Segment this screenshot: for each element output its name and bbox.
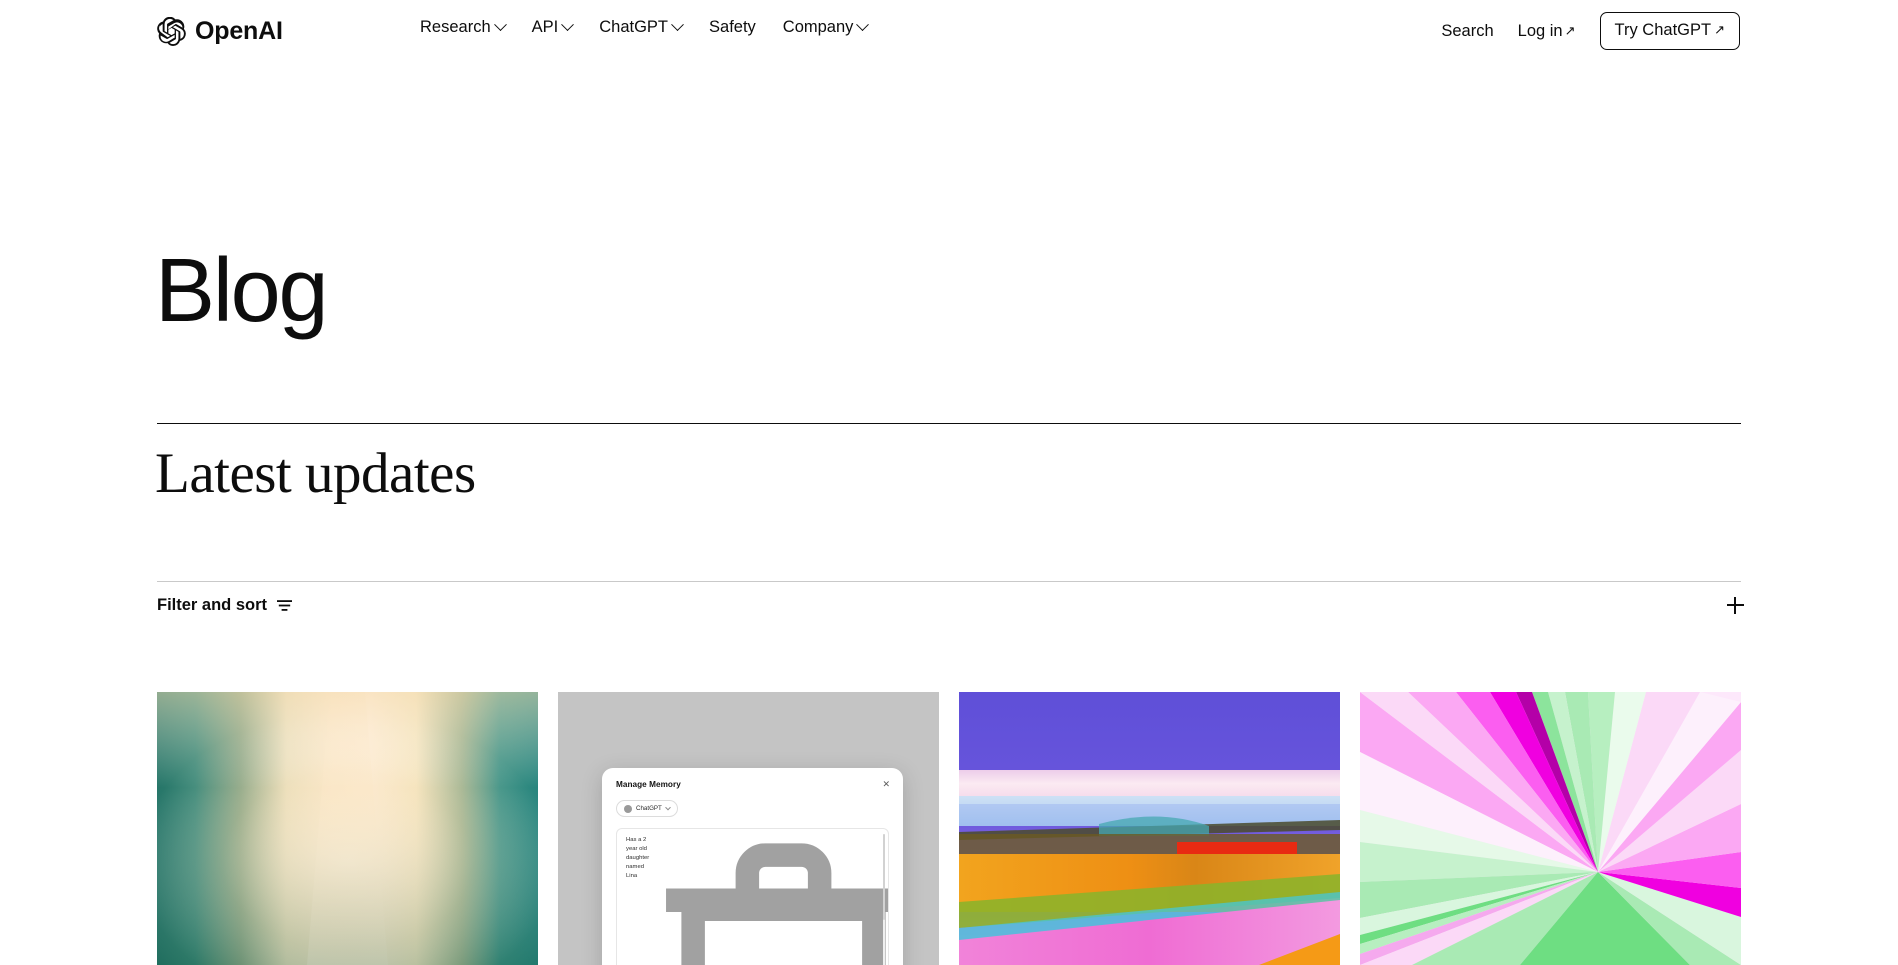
filter-divider — [157, 581, 1741, 582]
nav-item-chatgpt[interactable]: ChatGPT — [599, 18, 684, 36]
filter-and-sort-row: Filter and sort — [157, 593, 1744, 629]
main-navigation: Research API ChatGPT Safety Company — [420, 18, 870, 36]
blog-card[interactable]: Manage Memory ✕ ChatGPT Has a 2 year old… — [558, 692, 939, 965]
nav-item-api[interactable]: API — [531, 18, 575, 36]
memory-list-scrollbar-thumb[interactable] — [882, 833, 885, 920]
model-selector[interactable]: ChatGPT — [616, 800, 678, 818]
filter-and-sort-button[interactable]: Filter and sort — [157, 593, 293, 618]
chevron-down-icon — [493, 18, 507, 31]
latest-updates-card-grid: Manage Memory ✕ ChatGPT Has a 2 year old… — [157, 692, 1741, 965]
card-media-abstract-landscape — [959, 692, 1340, 965]
site-header: OpenAI Research API ChatGPT Safety Compa… — [0, 0, 1898, 66]
memory-list-item[interactable]: Has a 2 year old daughter named Lina — [617, 829, 888, 965]
nav-item-research[interactable]: Research — [420, 18, 507, 36]
blog-card[interactable] — [157, 692, 538, 965]
card-media-manage-memory-screenshot: Manage Memory ✕ ChatGPT Has a 2 year old… — [558, 692, 939, 965]
abstract-gradient-artwork — [157, 692, 538, 965]
screenshot-backdrop: Manage Memory ✕ ChatGPT Has a 2 year old… — [558, 692, 939, 965]
memory-list: Has a 2 year old daughter named Lina Dau… — [616, 827, 889, 965]
external-link-arrow-icon: ↗ — [1564, 22, 1576, 38]
filter-label: Filter and sort — [157, 596, 268, 614]
search-label: Search — [1441, 21, 1494, 40]
nav-item-label: Company — [782, 18, 854, 36]
section-heading-latest-updates: Latest updates — [155, 442, 476, 505]
plus-icon — [1726, 596, 1744, 614]
brand-logo-link[interactable]: OpenAI — [157, 17, 283, 46]
trash-icon[interactable] — [657, 837, 889, 965]
cta-label: Try ChatGPT — [1614, 21, 1712, 39]
brand-name: OpenAI — [195, 17, 283, 45]
chevron-down-icon — [671, 18, 684, 31]
filter-sort-icon — [277, 599, 293, 611]
nav-item-company[interactable]: Company — [782, 18, 870, 36]
nav-item-label: Safety — [709, 18, 756, 36]
dialog-title: Manage Memory — [616, 780, 681, 789]
search-button[interactable]: Search — [1441, 21, 1494, 40]
memory-item-text: Has a 2 year old daughter named Lina — [626, 836, 650, 880]
page-title: Blog — [155, 241, 329, 341]
abstract-landscape-artwork — [959, 692, 1340, 965]
card-media-abstract-gradient — [157, 692, 538, 965]
external-link-arrow-icon: ↗ — [1714, 22, 1725, 38]
login-link[interactable]: Log in ↗ — [1517, 21, 1576, 40]
card-media-abstract-sunburst — [1360, 692, 1741, 965]
chevron-down-icon — [856, 18, 870, 31]
blog-card[interactable] — [1360, 692, 1741, 965]
model-selector-label: ChatGPT — [636, 804, 662, 812]
nav-item-label: Research — [420, 18, 491, 36]
chevron-down-icon — [664, 804, 671, 811]
nav-item-safety[interactable]: Safety — [709, 19, 756, 36]
login-label: Log in — [1517, 21, 1563, 40]
section-divider-top — [157, 423, 1741, 424]
abstract-sunburst-artwork — [1360, 692, 1741, 965]
blog-card[interactable] — [959, 692, 1340, 965]
header-actions: Search Log in ↗ Try ChatGPT ↗ — [1441, 12, 1740, 50]
openai-logo-icon — [157, 17, 186, 46]
nav-item-label: ChatGPT — [599, 18, 669, 36]
chevron-down-icon — [561, 18, 575, 31]
nav-item-label: API — [531, 18, 559, 36]
try-chatgpt-button[interactable]: Try ChatGPT ↗ — [1599, 12, 1740, 50]
expand-filters-button[interactable] — [1720, 590, 1750, 620]
openai-logo-icon — [624, 804, 632, 813]
close-icon[interactable]: ✕ — [882, 780, 890, 789]
manage-memory-dialog: Manage Memory ✕ ChatGPT Has a 2 year old… — [602, 768, 903, 965]
